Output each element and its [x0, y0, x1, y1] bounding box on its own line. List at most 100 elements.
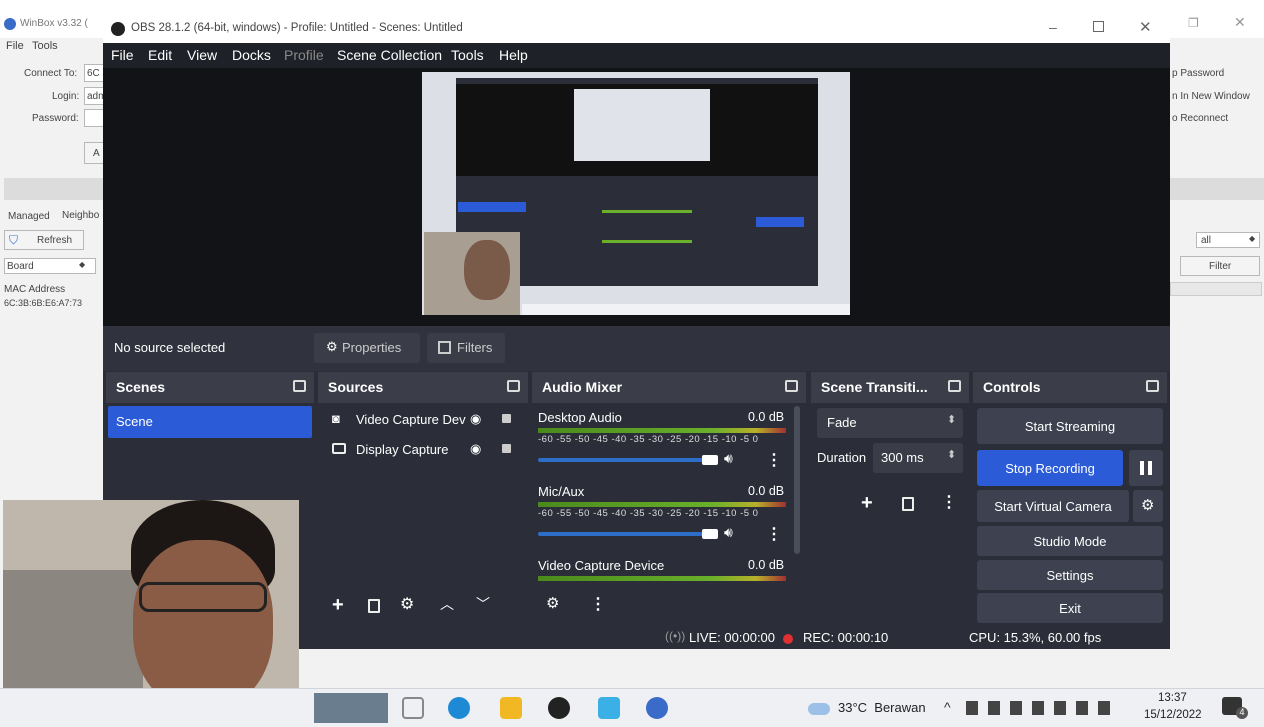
- scene-item[interactable]: Scene: [108, 406, 312, 438]
- source-item[interactable]: ◙ Video Capture Dev ◉: [320, 406, 526, 434]
- notification-count: 4: [1236, 707, 1248, 719]
- studio-mode-button[interactable]: Studio Mode: [977, 526, 1163, 556]
- no-source-selected: No source selected: [114, 340, 226, 355]
- transition-select[interactable]: Fade ⬍: [817, 408, 963, 438]
- filter-button-label: Filter: [1209, 261, 1232, 272]
- virtual-camera-settings-button[interactable]: ⚙: [1133, 490, 1163, 522]
- taskbar-thumbnail[interactable]: [314, 693, 388, 723]
- menu-file[interactable]: File: [111, 47, 134, 63]
- minimize-icon[interactable]: –: [1049, 19, 1057, 35]
- channel-name: Desktop Audio: [538, 410, 622, 425]
- sources-title: Sources: [328, 379, 384, 395]
- windows-taskbar: 33°C Berawan ^ 13:37 15/12/2022 4: [0, 688, 1264, 727]
- clock-time[interactable]: 13:37: [1158, 692, 1187, 704]
- chevron-up-icon[interactable]: ^: [944, 699, 951, 715]
- board-select[interactable]: Board ◆: [4, 258, 96, 274]
- duration-label: Duration: [817, 450, 867, 465]
- stop-recording-button[interactable]: Stop Recording: [977, 450, 1123, 486]
- trash-icon[interactable]: [902, 497, 914, 511]
- speaker-icon[interactable]: 🔊︎: [724, 450, 733, 467]
- winbox-taskbar-icon[interactable]: [646, 697, 668, 719]
- login-label: Login:: [52, 91, 80, 102]
- undock-icon[interactable]: [507, 380, 520, 392]
- more-options-icon[interactable]: ⋮: [590, 594, 606, 614]
- clock-date[interactable]: 15/12/2022: [1144, 709, 1202, 721]
- winbox-close-icon[interactable]: ✕: [1234, 14, 1246, 31]
- winbox-divider: [4, 178, 104, 200]
- task-view-icon[interactable]: [402, 697, 424, 719]
- tab-neighbors[interactable]: Neighbo: [62, 210, 99, 221]
- file-explorer-icon[interactable]: [500, 697, 522, 719]
- menu-view[interactable]: View: [187, 47, 217, 63]
- eye-icon[interactable]: ◉: [470, 441, 481, 457]
- mixer-scrollbar[interactable]: [794, 406, 800, 554]
- obs-titlebar: OBS 28.1.2 (64-bit, windows) - Profile: …: [103, 15, 1170, 43]
- keep-password-label[interactable]: p Password: [1172, 68, 1224, 79]
- edge-icon[interactable]: [448, 697, 470, 719]
- open-new-window-label[interactable]: n In New Window: [1172, 91, 1250, 102]
- exit-button[interactable]: Exit: [977, 593, 1163, 623]
- more-options-icon[interactable]: ⋮: [766, 524, 782, 544]
- filters-button[interactable]: Filters: [427, 333, 505, 363]
- lock-icon[interactable]: [502, 444, 511, 453]
- photos-icon[interactable]: [598, 697, 620, 719]
- connect-to-value: 6C: [87, 68, 100, 79]
- more-options-icon[interactable]: ⋮: [766, 450, 782, 470]
- gear-icon[interactable]: ⚙: [400, 594, 414, 614]
- lock-icon[interactable]: [502, 414, 511, 423]
- menu-help[interactable]: Help: [499, 47, 528, 63]
- add-source-icon[interactable]: +: [332, 594, 344, 617]
- properties-button[interactable]: ⚙ Properties: [314, 333, 420, 363]
- move-down-icon[interactable]: ﹀: [476, 594, 490, 614]
- winbox-menu-file[interactable]: File: [6, 40, 24, 52]
- menu-profile[interactable]: Profile: [284, 47, 324, 63]
- winbox-menu-tools[interactable]: Tools: [32, 40, 58, 52]
- pause-icon: [1140, 461, 1144, 475]
- gear-icon[interactable]: ⚙: [546, 594, 559, 612]
- menu-docks[interactable]: Docks: [232, 47, 271, 63]
- volume-slider-knob[interactable]: [702, 529, 718, 539]
- add-transition-icon[interactable]: +: [861, 492, 873, 515]
- password-input[interactable]: [84, 109, 104, 127]
- auto-reconnect-label[interactable]: o Reconnect: [1172, 113, 1228, 124]
- winbox-restore-icon[interactable]: ❐: [1188, 16, 1199, 30]
- maximize-icon[interactable]: [1093, 21, 1104, 32]
- move-up-icon[interactable]: ︿: [440, 594, 454, 614]
- cpu-fps: CPU: 15.3%, 60.00 fps: [969, 630, 1102, 645]
- pause-recording-button[interactable]: [1129, 450, 1163, 486]
- close-icon[interactable]: ✕: [1139, 18, 1152, 36]
- filter-select[interactable]: all ◆: [1196, 232, 1260, 248]
- tray-icons[interactable]: [966, 701, 1116, 715]
- volume-meter: [538, 576, 786, 581]
- start-streaming-button[interactable]: Start Streaming: [977, 408, 1163, 444]
- add-button[interactable]: A: [84, 142, 104, 164]
- menu-tools[interactable]: Tools: [451, 47, 484, 63]
- tab-managed[interactable]: Managed: [8, 211, 50, 222]
- trash-icon[interactable]: [368, 599, 380, 613]
- obs-taskbar-icon[interactable]: [548, 697, 570, 719]
- volume-slider[interactable]: [538, 458, 716, 462]
- mac-address-value[interactable]: 6C:3B:6B:E6:A7:73: [4, 298, 82, 308]
- connect-to-input[interactable]: 6C: [84, 64, 104, 82]
- undock-icon[interactable]: [948, 380, 961, 392]
- start-virtual-camera-button[interactable]: Start Virtual Camera: [977, 490, 1129, 522]
- more-options-icon[interactable]: ⋮: [941, 492, 957, 512]
- settings-button[interactable]: Settings: [977, 560, 1163, 590]
- filter-button[interactable]: Filter: [1180, 256, 1260, 276]
- undock-icon[interactable]: [293, 380, 306, 392]
- source-item[interactable]: Display Capture ◉: [320, 436, 526, 464]
- weather-text[interactable]: 33°C Berawan: [838, 700, 926, 715]
- login-input[interactable]: adm: [84, 87, 106, 105]
- duration-stepper[interactable]: 300 ms ⬍: [873, 443, 963, 473]
- speaker-icon[interactable]: 🔊︎: [724, 524, 733, 541]
- menu-scene-collection[interactable]: Scene Collection: [337, 47, 442, 63]
- capture-meter: [602, 240, 692, 243]
- volume-slider-knob[interactable]: [702, 455, 718, 465]
- undock-icon[interactable]: [785, 380, 798, 392]
- menu-edit[interactable]: Edit: [148, 47, 172, 63]
- undock-icon[interactable]: [1146, 380, 1159, 392]
- eye-icon[interactable]: ◉: [470, 411, 481, 427]
- volume-slider[interactable]: [538, 532, 716, 536]
- preview-area[interactable]: [103, 68, 1170, 326]
- refresh-button[interactable]: ⛉ Refresh: [4, 230, 84, 250]
